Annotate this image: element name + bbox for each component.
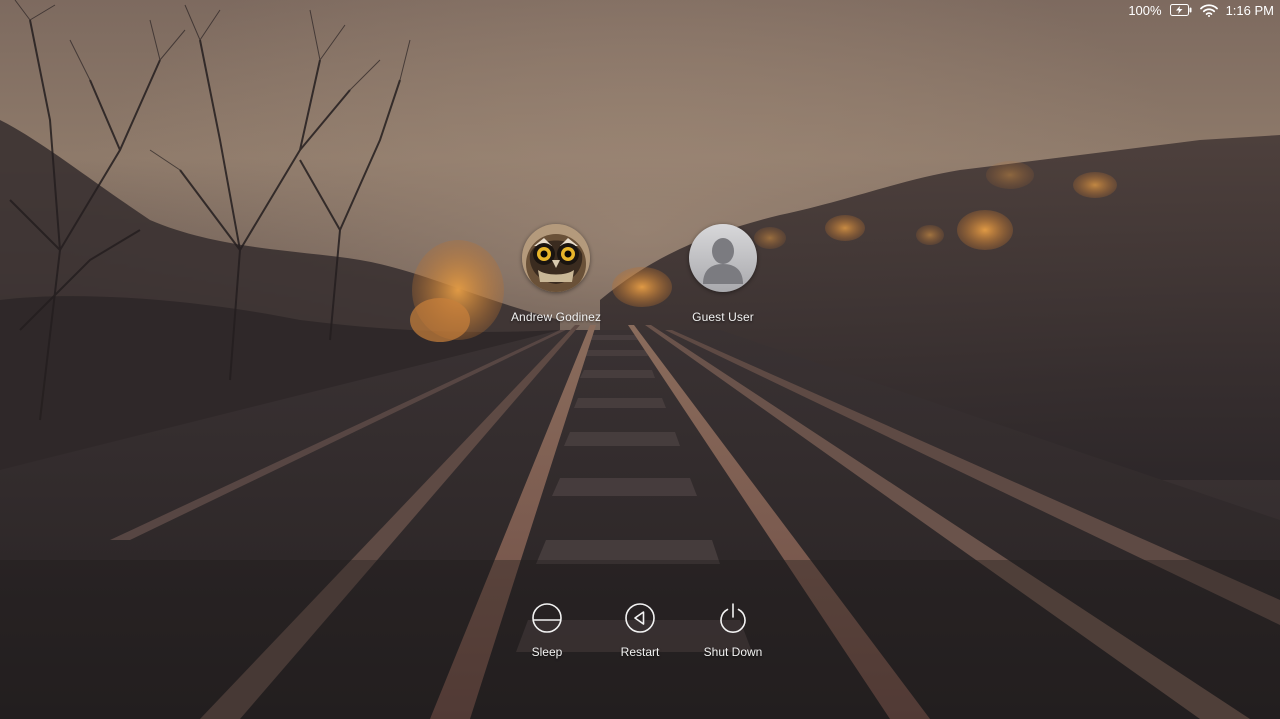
battery-charging-icon[interactable]: [1169, 4, 1192, 16]
battery-percent: 100%: [1128, 2, 1162, 18]
sleep-button[interactable]: Sleep: [502, 602, 592, 659]
user-name-label[interactable]: Guest User: [692, 310, 754, 324]
restart-label[interactable]: Restart: [621, 645, 660, 659]
clock[interactable]: 1:16 PM: [1226, 3, 1274, 18]
status-bar: 100% 1:16 PM: [1128, 0, 1280, 20]
wifi-icon[interactable]: [1199, 3, 1218, 17]
shut-down-button[interactable]: Shut Down: [688, 602, 778, 659]
power-icon[interactable]: [717, 602, 749, 634]
sleep-icon[interactable]: [531, 602, 563, 634]
user-account-andrew[interactable]: Andrew Godinez: [496, 224, 616, 324]
sleep-label[interactable]: Sleep: [532, 645, 563, 659]
restart-button[interactable]: Restart: [595, 602, 685, 659]
login-screen: 100% 1:16 PM Andrew Godinez Guest User S…: [0, 0, 1280, 719]
owl-avatar-icon[interactable]: [522, 224, 590, 292]
user-list: Andrew Godinez Guest User: [0, 224, 1280, 334]
user-account-guest[interactable]: Guest User: [663, 224, 783, 324]
restart-icon[interactable]: [624, 602, 656, 634]
power-buttons: Sleep Restart Shut Down: [0, 602, 1280, 672]
shut-down-label[interactable]: Shut Down: [704, 645, 763, 659]
generic-user-icon[interactable]: [689, 224, 757, 292]
user-name-label[interactable]: Andrew Godinez: [511, 310, 601, 324]
